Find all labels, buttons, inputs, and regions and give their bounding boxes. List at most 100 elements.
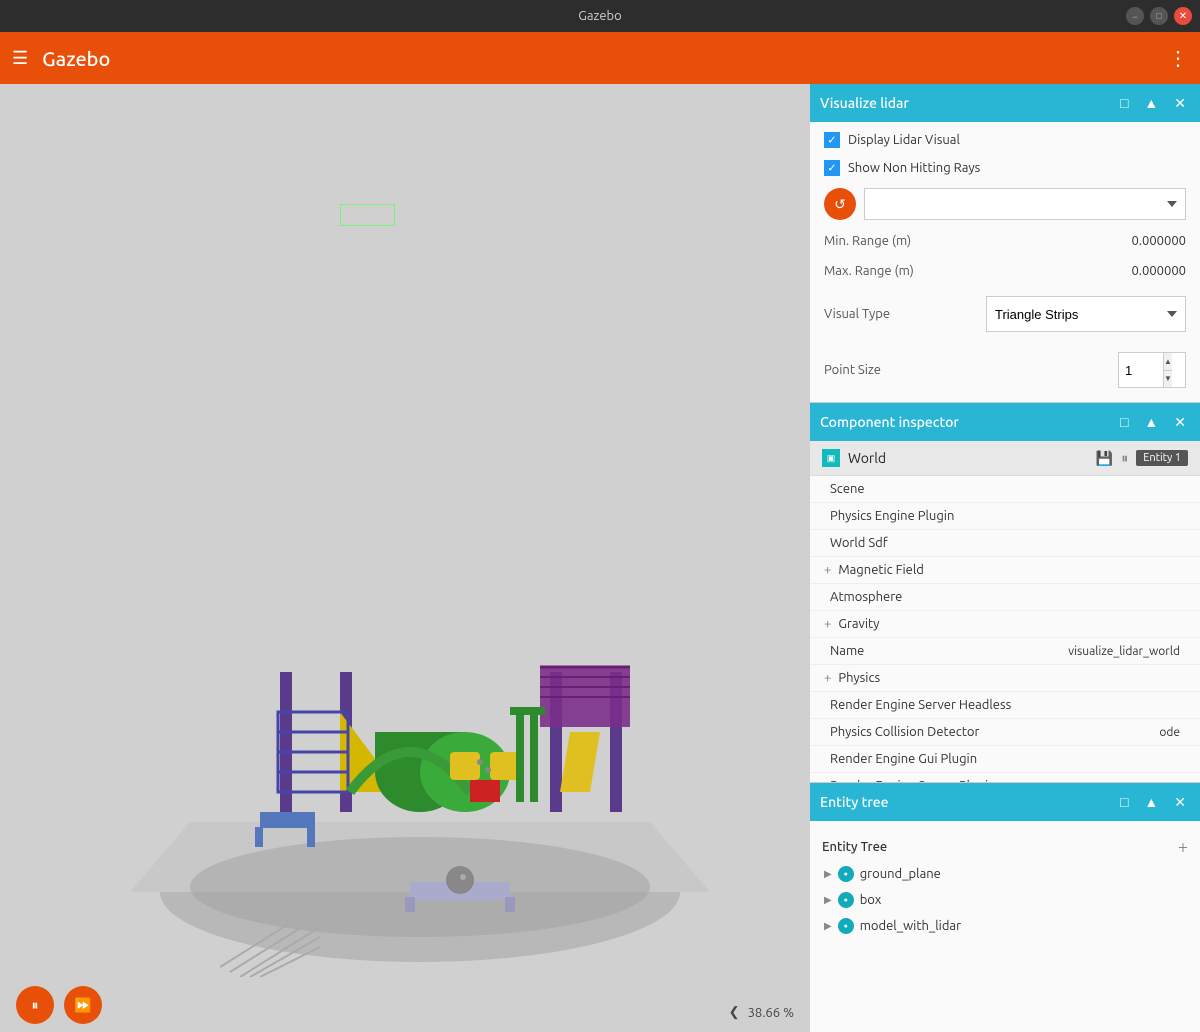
- tree-icon-box: ●: [838, 892, 854, 908]
- entity-tree-header: Entity tree □ ▲ ✕: [810, 783, 1200, 821]
- component-content: ▣ World 💾 ⏸ Entity 1 Scene Physics Engin…: [810, 441, 1200, 782]
- playground-scene: [110, 512, 750, 972]
- tree-item-box[interactable]: ▶ ● box: [810, 887, 1200, 913]
- component-panel-title: Component inspector: [820, 414, 959, 430]
- visual-type-label: Visual Type: [824, 307, 890, 321]
- lidar-panel-content: Display Lidar Visual Show Non Hitting Ra…: [810, 122, 1200, 402]
- window-controls: − □ ✕: [1126, 7, 1192, 25]
- max-range-row: Max. Range (m) 0.000000: [824, 262, 1186, 280]
- topic-dropdown[interactable]: [864, 188, 1186, 220]
- component-item-collision-label: Physics Collision Detector: [830, 725, 979, 739]
- world-actions: 💾 ⏸ Entity 1: [1096, 450, 1188, 467]
- show-non-hitting-checkbox[interactable]: [824, 160, 840, 176]
- shadow-lines: [220, 917, 320, 977]
- forward-button[interactable]: ⏩: [64, 986, 102, 1024]
- lidar-panel-header: Visualize lidar □ ▲ ✕: [810, 84, 1200, 122]
- tree-item-ground-plane[interactable]: ▶ ● ground_plane: [810, 861, 1200, 887]
- save-world-icon[interactable]: 💾: [1096, 450, 1113, 467]
- entity-tree-add-button[interactable]: +: [1178, 837, 1188, 857]
- app-title: Gazebo: [42, 47, 110, 70]
- refresh-button[interactable]: ↺: [824, 188, 856, 220]
- component-panel-icons: □ ▲ ✕: [1116, 412, 1190, 433]
- lidar-panel-icons: □ ▲ ✕: [1116, 93, 1190, 114]
- component-item-render-server-headless[interactable]: Render Engine Server Headless: [810, 692, 1200, 719]
- component-item-name-label: Name: [830, 644, 864, 658]
- world-label: World: [848, 450, 1088, 466]
- point-size-label: Point Size: [824, 363, 881, 377]
- playback-controls: ⏸ ⏩: [16, 986, 102, 1024]
- pause-button[interactable]: ⏸: [16, 986, 54, 1024]
- tree-item-model-with-lidar[interactable]: ▶ ● model_with_lidar: [810, 913, 1200, 939]
- zoom-value: 38.66 %: [748, 1006, 794, 1020]
- point-size-spinners: ▲ ▼: [1163, 353, 1172, 387]
- component-item-render-server[interactable]: Render Engine Server Plugin: [810, 773, 1200, 782]
- component-panel-collapse-button[interactable]: ▲: [1140, 412, 1162, 432]
- tree-label-box: box: [860, 893, 882, 907]
- right-panel: Visualize lidar □ ▲ ✕ Display Lidar Visu…: [810, 84, 1200, 1032]
- world-row[interactable]: ▣ World 💾 ⏸ Entity 1: [810, 441, 1200, 476]
- show-non-hitting-label: Show Non Hitting Rays: [848, 161, 980, 175]
- component-panel-header: Component inspector □ ▲ ✕: [810, 403, 1200, 441]
- visual-type-row: Visual Type Triangle Strips: [824, 292, 1186, 336]
- hamburger-menu-icon[interactable]: ☰: [12, 48, 28, 69]
- minimize-button[interactable]: −: [1126, 7, 1144, 25]
- point-size-input[interactable]: [1119, 353, 1163, 387]
- component-item-name[interactable]: Name visualize_lidar_world: [810, 638, 1200, 665]
- entity-badge: Entity 1: [1136, 450, 1188, 466]
- app-menu-button[interactable]: ⋮: [1168, 46, 1188, 70]
- pause-world-icon[interactable]: ⏸: [1121, 450, 1128, 467]
- lidar-panel-close-button[interactable]: ✕: [1170, 93, 1190, 114]
- tree-arrow-box: ▶: [824, 894, 832, 906]
- entity-tree-panel: Entity tree □ ▲ ✕ Entity Tree + ▶ ● grou…: [810, 783, 1200, 1032]
- viewport[interactable]: ⏸ ⏩ ❮ 38.66 %: [0, 84, 810, 1032]
- component-item-collision-value: ode: [1159, 726, 1180, 739]
- component-item-scene[interactable]: Scene: [810, 476, 1200, 503]
- main-area: ⏸ ⏩ ❮ 38.66 % Visualize lidar □ ▲ ✕: [0, 84, 1200, 1032]
- lidar-panel-title: Visualize lidar: [820, 95, 909, 111]
- min-range-label: Min. Range (m): [824, 234, 911, 248]
- entity-tree-title: Entity tree: [820, 794, 889, 810]
- point-size-input-wrap: ▲ ▼: [1118, 352, 1186, 388]
- min-range-row: Min. Range (m) 0.000000: [824, 232, 1186, 250]
- entity-tree-section-label: Entity Tree: [822, 840, 887, 854]
- component-panel-close-button[interactable]: ✕: [1170, 412, 1190, 433]
- lidar-panel-collapse-button[interactable]: ▲: [1140, 93, 1162, 113]
- visual-type-dropdown[interactable]: Triangle Strips: [986, 296, 1186, 332]
- min-range-value: 0.000000: [1131, 234, 1186, 248]
- tree-arrow-ground-plane: ▶: [824, 868, 832, 880]
- max-range-value: 0.000000: [1131, 264, 1186, 278]
- tree-arrow-model: ▶: [824, 920, 832, 932]
- display-lidar-row: Display Lidar Visual: [824, 132, 1186, 148]
- component-item-atmosphere[interactable]: Atmosphere: [810, 584, 1200, 611]
- component-item-physics[interactable]: + Physics: [810, 665, 1200, 692]
- component-item-world-sdf[interactable]: World Sdf: [810, 530, 1200, 557]
- tree-label-model: model_with_lidar: [860, 919, 961, 933]
- show-non-hitting-row: Show Non Hitting Rays: [824, 160, 1186, 176]
- component-item-physics-collision[interactable]: Physics Collision Detector ode: [810, 719, 1200, 746]
- zoom-arrow-icon[interactable]: ❮: [729, 1005, 740, 1020]
- maximize-button[interactable]: □: [1150, 7, 1168, 25]
- close-button[interactable]: ✕: [1174, 7, 1192, 25]
- component-item-name-value: visualize_lidar_world: [1068, 645, 1180, 658]
- point-size-up-button[interactable]: ▲: [1164, 353, 1172, 371]
- point-size-down-button[interactable]: ▼: [1164, 371, 1172, 388]
- lidar-panel-expand-button[interactable]: □: [1116, 93, 1132, 113]
- max-range-label: Max. Range (m): [824, 264, 914, 278]
- entity-tree-header-icons: □ ▲ ✕: [1116, 792, 1190, 813]
- entity-tree-collapse-button[interactable]: ▲: [1140, 792, 1162, 812]
- component-panel-expand-button[interactable]: □: [1116, 412, 1132, 432]
- tree-icon-ground-plane: ●: [838, 866, 854, 882]
- entity-tree-close-button[interactable]: ✕: [1170, 792, 1190, 813]
- component-item-render-gui[interactable]: Render Engine Gui Plugin: [810, 746, 1200, 773]
- entity-tree-content: Entity Tree + ▶ ● ground_plane ▶ ● box ▶…: [810, 821, 1200, 1032]
- component-item-physics-engine[interactable]: Physics Engine Plugin: [810, 503, 1200, 530]
- display-lidar-label: Display Lidar Visual: [848, 133, 960, 147]
- component-item-magnetic-field[interactable]: + Magnetic Field: [810, 557, 1200, 584]
- entity-tree-expand-button[interactable]: □: [1116, 792, 1132, 812]
- viewport-canvas: [0, 84, 810, 1032]
- component-item-gravity[interactable]: + Gravity: [810, 611, 1200, 638]
- tree-label-ground-plane: ground_plane: [860, 867, 941, 881]
- tree-icon-model: ●: [838, 918, 854, 934]
- app-header: ☰ Gazebo ⋮: [0, 32, 1200, 84]
- display-lidar-checkbox[interactable]: [824, 132, 840, 148]
